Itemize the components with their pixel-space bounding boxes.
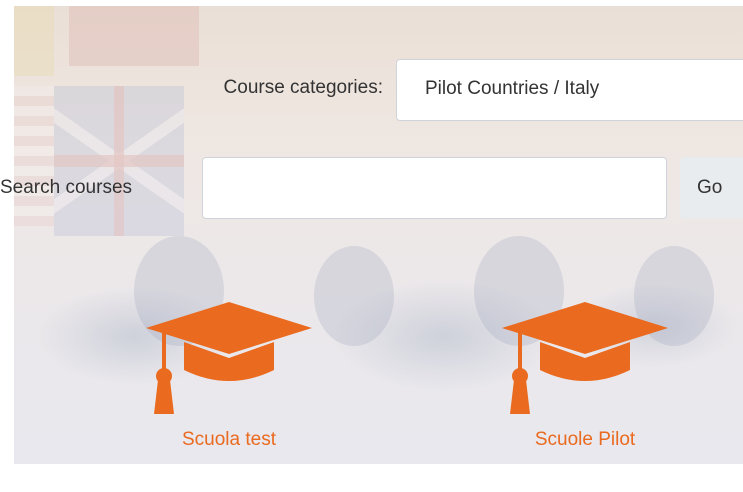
- flag-decoration: [54, 86, 184, 236]
- graduation-cap-icon: [502, 302, 668, 414]
- category-link-scuole-pilot[interactable]: Scuole Pilot: [480, 429, 690, 451]
- category-tile-scuola-test[interactable]: Scuola test: [124, 300, 334, 451]
- search-input[interactable]: [202, 157, 667, 219]
- go-button[interactable]: Go: [680, 157, 743, 219]
- flag-decoration: [69, 6, 199, 66]
- flag-decoration: [14, 86, 54, 226]
- category-label: Course categories:: [223, 77, 383, 98]
- category-select[interactable]: Pilot Countries / Italy: [396, 59, 743, 121]
- search-label: Search courses: [0, 177, 133, 198]
- flag-decoration: [14, 6, 54, 76]
- category-tile-scuole-pilot[interactable]: Scuole Pilot: [480, 300, 690, 451]
- graduation-cap-icon: [146, 302, 312, 414]
- category-link-scuola-test[interactable]: Scuola test: [124, 429, 334, 451]
